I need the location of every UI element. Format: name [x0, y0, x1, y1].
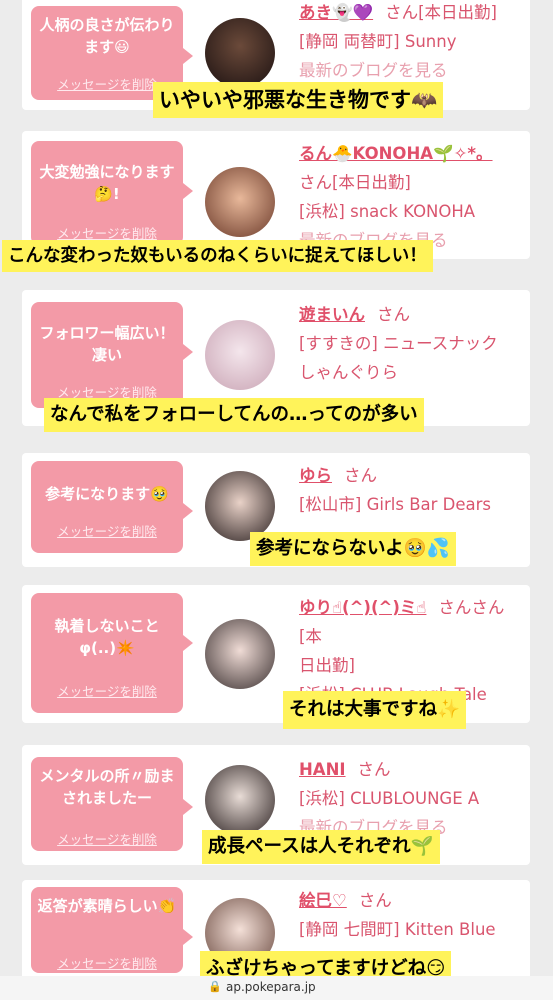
- caption: いやいや邪悪な生き物です🦇: [153, 82, 444, 118]
- delete-message-link[interactable]: メッセージを削除: [31, 521, 183, 540]
- user-name-link[interactable]: HANI: [299, 760, 346, 779]
- store-info: [すすきの] ニュースナック: [299, 334, 498, 353]
- avatar[interactable]: [205, 18, 275, 88]
- user-name-link[interactable]: ゆり☝(^)(^)ミ☝: [299, 598, 426, 617]
- user-name-link[interactable]: るん🐣KONOHA🌱✧*。: [299, 139, 522, 168]
- message-bubble: 返答が素晴らしい👏 メッセージを削除: [31, 887, 193, 973]
- caption: それは大事ですね✨: [283, 691, 467, 729]
- delete-message-link[interactable]: メッセージを削除: [31, 681, 183, 700]
- avatar[interactable]: [205, 619, 275, 689]
- caption: 参考にならないよ🥹💦: [250, 532, 456, 566]
- message-bubble: 執着しないことφ(..)✴️ メッセージを削除: [31, 593, 193, 713]
- avatar[interactable]: [205, 765, 275, 835]
- message-text: 人柄の良さが伝わります😃: [39, 16, 175, 56]
- message-bubble: フォロワー幅広い！凄い メッセージを削除: [31, 302, 193, 408]
- message-text: メンタルの所〃励まされましたー: [39, 767, 175, 807]
- status-text: さん[本日出勤]: [299, 173, 411, 192]
- store-info: [静岡 両替町] Sunny: [299, 32, 457, 51]
- store-name: しゃんぐりら: [299, 363, 398, 382]
- user-name-link[interactable]: あき👻💜: [299, 3, 373, 22]
- url-text: ap.pokepara.jp: [226, 980, 316, 994]
- caption: こんな変わった奴もいるのねくらいに捉えてほしい！: [2, 240, 433, 272]
- message-bubble: 大変勉強になります🤔! メッセージを削除: [31, 141, 193, 245]
- store-info: [静岡 七間町] Kitten Blue: [299, 920, 496, 939]
- user-name-link[interactable]: ゆら: [299, 466, 332, 485]
- avatar[interactable]: [205, 320, 275, 390]
- honorific: さん: [385, 3, 419, 22]
- store-info: [浜松] snack KONOHA: [299, 202, 476, 221]
- delete-message-link[interactable]: メッセージを削除: [31, 829, 183, 848]
- caption: なんで私をフォローしてんの…ってのが多い: [44, 398, 424, 432]
- honorific: さん: [438, 598, 472, 617]
- delete-message-link[interactable]: メッセージを削除: [31, 953, 183, 972]
- message-text: 執着しないことφ(..)✴️: [54, 617, 160, 657]
- lock-icon: 🔒: [208, 980, 222, 993]
- user-name-link[interactable]: 遊まいん: [299, 305, 365, 324]
- message-text: フォロワー幅広い！凄い: [39, 324, 175, 364]
- message-bubble: メンタルの所〃励まされましたー メッセージを削除: [31, 757, 193, 851]
- message-bubble: 参考になります🥹 メッセージを削除: [31, 461, 193, 553]
- avatar[interactable]: [205, 471, 275, 541]
- avatar[interactable]: [205, 167, 275, 237]
- store-info: [松山市] Girls Bar Dears: [299, 495, 492, 514]
- message-text: 参考になります🥹: [45, 485, 169, 503]
- status-text: [本日出勤]: [418, 3, 497, 22]
- honorific: さん: [357, 760, 391, 779]
- message-text: 返答が素晴らしい👏: [37, 897, 177, 915]
- status-text-cont: 日出勤]: [299, 656, 355, 675]
- honorific: さん: [344, 466, 377, 485]
- user-name-link[interactable]: 絵巳♡: [299, 891, 347, 910]
- store-info: [浜松] CLUBLOUNGE A: [299, 789, 480, 808]
- caption: 成長ペースは人それぞれ🌱: [202, 830, 440, 864]
- message-text: 大変勉強になります🤔!: [39, 163, 175, 203]
- browser-address-bar[interactable]: 🔒 ap.pokepara.jp: [0, 976, 553, 1000]
- honorific: さん: [358, 891, 392, 910]
- honorific: さん: [377, 305, 410, 324]
- blog-link[interactable]: 最新のブログを見る: [299, 56, 522, 85]
